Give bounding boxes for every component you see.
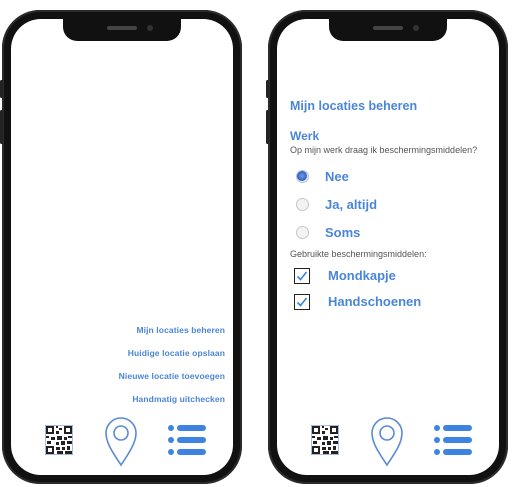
phone-left: Mijn locaties beheren Huidige locatie op… — [0, 10, 242, 484]
qr-code-icon[interactable] — [45, 425, 73, 455]
checkbox-option-mondkapje[interactable]: Mondkapje — [290, 267, 491, 285]
page-title: Mijn locaties beheren — [290, 99, 418, 113]
location-settings: Mijn locaties beheren Werk Op mijn werk … — [290, 99, 491, 311]
list-menu-icon[interactable] — [433, 423, 473, 457]
checkmark-icon — [296, 271, 308, 281]
used-equipment-label: Gebruikte beschermingsmiddelen: — [290, 248, 427, 259]
checkmark-icon — [296, 297, 308, 307]
radio-label: Ja, altijd — [325, 197, 378, 212]
radio-button-selected[interactable] — [296, 170, 309, 183]
location-pin-icon[interactable] — [103, 415, 139, 467]
front-camera — [147, 25, 153, 31]
radio-option-soms[interactable]: Soms — [290, 223, 491, 243]
checkbox-checked[interactable] — [294, 267, 310, 284]
checkbox-label: Mondkapje — [328, 268, 396, 283]
volume-up-button — [266, 110, 269, 144]
notch — [63, 19, 181, 41]
front-camera — [413, 25, 419, 31]
phone-right: Mijn locaties beheren Werk Op mijn werk … — [266, 10, 508, 484]
location-pin-icon[interactable] — [369, 415, 405, 467]
section-heading-werk: Werk — [290, 129, 320, 143]
checkbox-option-handschoenen[interactable]: Handschoenen — [290, 293, 491, 311]
speaker — [107, 26, 137, 30]
screen-right: Mijn locaties beheren Werk Op mijn werk … — [277, 19, 499, 475]
list-menu-icon[interactable] — [167, 423, 207, 457]
radio-button[interactable] — [296, 226, 309, 239]
volume-up-button — [0, 110, 3, 144]
checkbox-label: Handschoenen — [328, 294, 422, 309]
radio-button[interactable] — [296, 198, 309, 211]
checkbox-checked[interactable] — [294, 293, 310, 310]
qr-code-icon[interactable] — [311, 425, 339, 455]
bottom-nav — [11, 403, 233, 467]
bottom-nav — [277, 403, 499, 467]
radio-label: Nee — [325, 169, 349, 184]
radio-option-nee[interactable]: Nee — [290, 167, 491, 187]
menu-item-add-location[interactable]: Nieuwe locatie toevoegen — [119, 371, 225, 381]
radio-group: Nee Ja, altijd Soms — [290, 167, 491, 243]
radio-label: Soms — [325, 225, 361, 240]
menu-item-save-current-location[interactable]: Huidige locatie opslaan — [119, 348, 225, 358]
speaker — [373, 26, 403, 30]
mute-switch — [266, 80, 269, 98]
menu-item-manage-locations[interactable]: Mijn locaties beheren — [119, 325, 225, 335]
screen-left: Mijn locaties beheren Huidige locatie op… — [11, 19, 233, 475]
question-text: Op mijn werk draag ik beschermingsmiddel… — [290, 145, 478, 155]
mute-switch — [0, 80, 3, 98]
radio-option-ja-altijd[interactable]: Ja, altijd — [290, 195, 491, 215]
notch — [329, 19, 447, 41]
